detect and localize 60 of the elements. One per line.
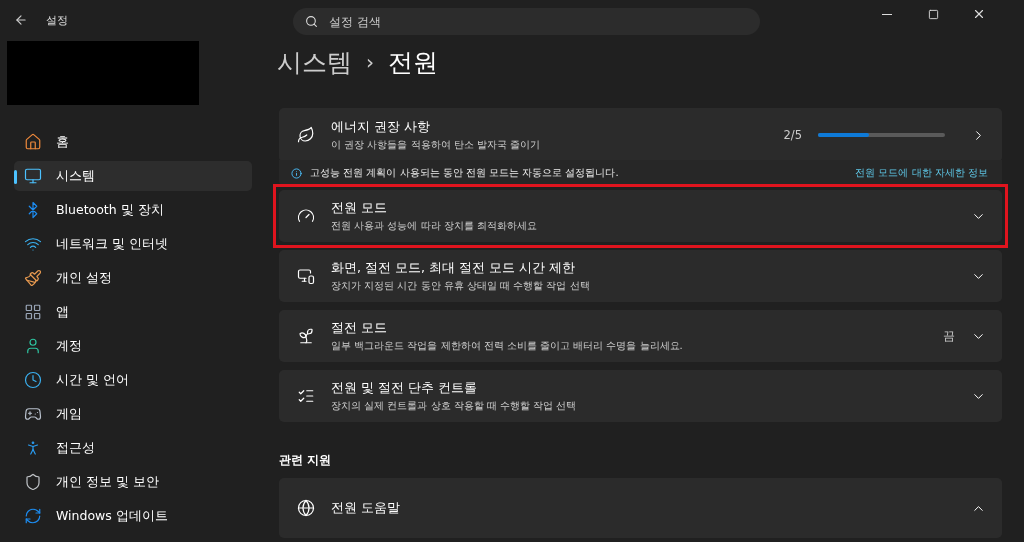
sidebar-item[interactable]: 계정	[14, 331, 252, 361]
settings-card[interactable]: 전원 및 절전 단추 컨트롤 장치의 실제 컨트롤과 상호 작용할 때 수행할 작업 선택	[279, 370, 1002, 422]
sidebar-item[interactable]: 시간 및 언어	[14, 365, 252, 395]
page-title: 전원	[388, 46, 438, 79]
maximize-icon	[927, 8, 939, 20]
house-icon	[24, 133, 42, 151]
sidebar-item[interactable]: Bluetooth 및 장치	[14, 195, 252, 225]
info-icon	[291, 167, 302, 179]
brush-icon	[24, 269, 42, 287]
info-link[interactable]: 전원 모드에 대한 자세한 정보	[855, 166, 988, 180]
sidebar-item[interactable]: 접근성	[14, 433, 252, 463]
search-icon	[305, 15, 318, 28]
sidebar-item[interactable]: 시스템	[14, 161, 252, 191]
card-title: 전원 및 절전 단추 컨트롤	[331, 379, 478, 397]
card-title: 전원 모드	[331, 199, 388, 217]
person-icon	[24, 337, 42, 355]
info-text: 고성능 전원 계획이 사용되는 동안 전원 모드는 자동으로 설정됩니다.	[310, 166, 620, 180]
sidebar-item[interactable]: 네트워크 및 인터넷	[14, 229, 252, 259]
close-icon	[972, 7, 986, 21]
leaf-icon	[297, 126, 315, 144]
window-title: 설정	[46, 12, 68, 28]
section-heading: 관련 지원	[279, 452, 333, 469]
card-subtitle: 장치가 지정된 시간 동안 유휴 상태일 때 수행할 작업 선택	[331, 278, 591, 293]
shield-icon	[24, 473, 42, 491]
card-title: 전원 도움말	[331, 499, 401, 517]
sidebar-item[interactable]: 게임	[14, 399, 252, 429]
card-subtitle: 장치의 실제 컨트롤과 상호 작용할 때 수행할 작업 선택	[331, 398, 578, 413]
card-title: 절전 모드	[331, 319, 388, 337]
minimize-icon	[882, 13, 892, 15]
list-icon	[297, 387, 315, 405]
card-value: 2/5	[783, 128, 802, 142]
settings-card[interactable]: 절전 모드 일부 백그라운드 작업을 제한하여 전력 소비를 줄이고 배터리 수명을 늘리세요. 끔	[279, 310, 1002, 362]
refresh-icon	[24, 507, 42, 525]
sidebar-item[interactable]: 홈	[14, 127, 252, 157]
sprout-icon	[297, 327, 315, 345]
back-icon[interactable]	[14, 13, 28, 27]
card-title: 에너지 권장 사항	[331, 118, 431, 136]
sidebar-item[interactable]: 개인 정보 및 보안	[14, 467, 252, 497]
clock-icon	[24, 371, 42, 389]
sidebar-item[interactable]: 개인 설정	[14, 263, 252, 293]
card-title: 화면, 절전 모드, 최대 절전 모드 시간 제한	[331, 259, 576, 277]
breadcrumb-separator: ›	[366, 50, 374, 74]
breadcrumb-parent[interactable]: 시스템	[277, 45, 352, 79]
settings-card[interactable]: 화면, 절전 모드, 최대 절전 모드 시간 제한 장치가 지정된 시간 동안 유휴 상태일 때 수행할 작업 선택	[279, 250, 1002, 302]
card-subtitle: 전원 사용과 성능에 따라 장치를 최적화하세요	[331, 218, 538, 233]
card-subtitle: 이 권장 사항들을 적용하여 탄소 발자국 줄이기	[331, 137, 542, 152]
settings-card[interactable]: 에너지 권장 사항 이 권장 사항들을 적용하여 탄소 발자국 줄이기 2/5	[279, 108, 1002, 162]
screen-icon	[297, 267, 315, 285]
sidebar-item[interactable]: Windows 업데이트	[14, 501, 252, 531]
grid-icon	[24, 303, 42, 321]
search-field[interactable]: 설정 검색	[293, 8, 760, 35]
gauge-icon	[297, 207, 315, 225]
gamepad-icon	[24, 405, 42, 423]
globe-icon	[297, 499, 315, 517]
monitor-icon	[24, 167, 42, 185]
card-subtitle: 일부 백그라운드 작업을 제한하여 전력 소비를 줄이고 배터리 수명을 늘리세요.	[331, 338, 684, 353]
settings-card[interactable]: 전원 모드 전원 사용과 성능에 따라 장치를 최적화하세요	[279, 190, 1002, 242]
sidebar-item[interactable]: 앱	[14, 297, 252, 327]
settings-card[interactable]: 전원 도움말	[279, 478, 1002, 538]
card-value: 끔	[943, 328, 955, 344]
